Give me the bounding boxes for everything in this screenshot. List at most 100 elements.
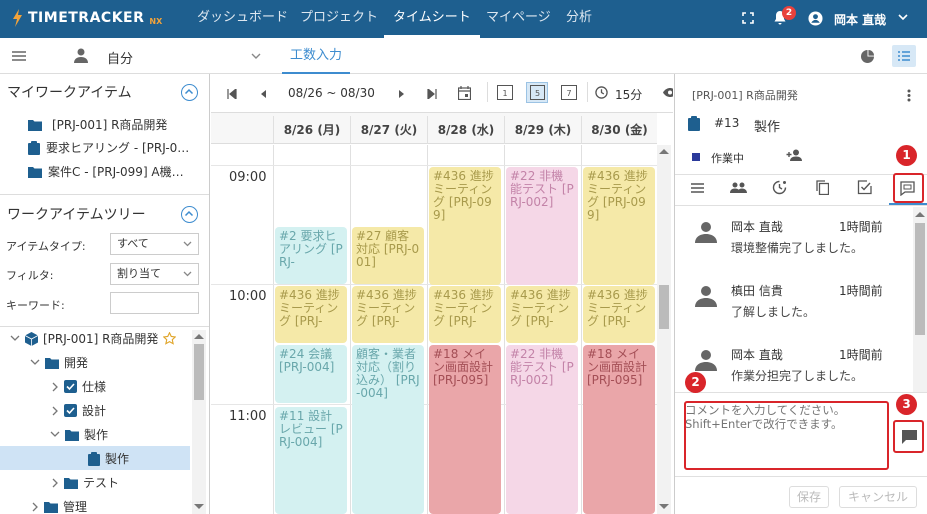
filter-select[interactable]: 割り当て (110, 263, 199, 285)
seven-day-view-button[interactable]: 7 (561, 85, 577, 100)
time-entry[interactable]: #436 進捗ミーティング [PRJ- (352, 286, 424, 343)
time-history-icon[interactable] (772, 180, 787, 195)
fullscreen-icon[interactable] (742, 12, 754, 24)
interval-select[interactable]: 15分 (615, 86, 642, 103)
tree-node[interactable]: [PRJ-001] R商品開発 (10, 330, 177, 347)
collapse-button[interactable] (181, 206, 198, 223)
scroll-thumb[interactable] (194, 344, 204, 400)
time-entry[interactable]: #436 進捗ミーティング [PRJ-099] (583, 167, 655, 285)
time-entry[interactable]: #22 非機能テスト [PRJ-002] (506, 345, 578, 514)
save-button[interactable]: 保存 (789, 486, 829, 508)
day-header: 8/26 (月) (273, 116, 350, 144)
time-entry[interactable]: #27 顧客対応 [PRJ-001] (352, 227, 424, 284)
time-label: 09:00 (229, 170, 267, 185)
checklist-icon[interactable] (857, 180, 872, 195)
annotation-marker: 1 (896, 145, 917, 166)
time-entry[interactable]: #18 メイン画面設計 [PRJ-095] (429, 345, 501, 514)
user-select-value[interactable]: 自分 (107, 48, 133, 67)
keyword-input[interactable] (110, 292, 199, 314)
tree-node[interactable]: 管理 (32, 498, 87, 514)
people-icon[interactable] (730, 182, 747, 193)
day-header: 8/27 (火) (350, 116, 427, 144)
scroll-up-arrow[interactable] (194, 334, 204, 339)
nav-analysis[interactable]: 分析 (566, 0, 592, 38)
divider (0, 326, 209, 327)
user-avatar-icon[interactable] (808, 11, 823, 26)
tree-node[interactable]: 開発 (30, 354, 88, 371)
item-type-select[interactable]: すべて (110, 233, 199, 255)
time-entry[interactable]: #436 進捗ミーティング [PRJ- (506, 286, 578, 343)
last-page-icon[interactable] (427, 89, 437, 99)
list-view-button[interactable] (892, 45, 916, 67)
time-entry[interactable]: #22 非機能テスト [PRJ-002] (506, 167, 578, 285)
app-logo[interactable]: TIMETRACKER NX (10, 9, 162, 27)
time-entry[interactable]: 顧客・業者対応（割り込み） [PRJ-004] (352, 345, 424, 514)
pie-chart-icon[interactable] (861, 50, 874, 63)
scroll-thumb[interactable] (915, 223, 925, 335)
chevron-down-icon[interactable] (251, 53, 261, 59)
work-item-label: [PRJ-001] R商品開発 (52, 118, 168, 132)
chevron-down-icon[interactable] (898, 14, 908, 21)
annotation-marker: 3 (896, 394, 917, 415)
add-person-icon[interactable] (786, 149, 803, 161)
nav-project[interactable]: プロジェクト (300, 0, 378, 38)
calendar-icon[interactable] (458, 86, 471, 100)
day-view-button[interactable]: 1 (497, 85, 513, 100)
first-page-icon[interactable] (227, 89, 237, 99)
chevron-right-icon (52, 382, 58, 391)
person-icon (74, 48, 88, 63)
scroll-up-arrow[interactable] (659, 149, 669, 154)
comment-time: 1時間前 (839, 348, 883, 362)
next-icon[interactable] (398, 90, 404, 98)
detail-breadcrumb[interactable]: [PRJ-001] R商品開発 (692, 87, 798, 103)
star-icon[interactable] (163, 332, 177, 345)
time-entry[interactable]: #436 進捗ミーティング [PRJ- (429, 286, 501, 343)
cancel-button[interactable]: キャンセル (839, 486, 917, 508)
nav-mypage[interactable]: マイページ (486, 0, 551, 38)
user-name[interactable]: 岡本 直哉 (834, 11, 886, 28)
work-item-row[interactable]: 案件C - [PRJ-099] A機… (28, 163, 184, 180)
sub-toolbar: 自分 工数入力 (0, 38, 927, 74)
time-entry[interactable]: #436 進捗ミーティング [PRJ- (275, 286, 347, 343)
tree-node[interactable]: 製作 (50, 426, 108, 443)
my-work-items-title: マイワークアイテム (7, 85, 132, 101)
time-entry[interactable]: #11 設計レビュー [PRJ-004] (275, 407, 347, 514)
scroll-thumb[interactable] (659, 285, 669, 329)
nav-dashboard[interactable]: ダッシュボード (197, 0, 288, 38)
keyword-label: キーワード: (6, 299, 65, 312)
work-item-row[interactable]: 要求ヒアリング - [PRJ-0… (28, 139, 189, 156)
list-icon[interactable] (691, 183, 704, 193)
tree-node-selected[interactable]: 製作 (0, 446, 190, 470)
week-view-button[interactable]: 5 (526, 82, 548, 103)
time-entry[interactable]: #24 会議 [PRJ-004] (275, 345, 347, 403)
tab-man-hour-input[interactable]: 工数入力 (282, 38, 350, 74)
tree-node[interactable]: 設計 (52, 402, 106, 419)
work-item-row[interactable]: [PRJ-001] R商品開発 (28, 116, 167, 133)
previous-icon[interactable] (261, 90, 267, 98)
highlight-send-button (893, 420, 924, 453)
scroll-down-arrow[interactable] (659, 504, 669, 509)
tree-node[interactable]: 仕様 (52, 378, 106, 395)
scroll-up-arrow[interactable] (915, 212, 925, 217)
eye-icon[interactable] (663, 88, 673, 97)
timesheet-scrollbar[interactable] (657, 145, 671, 514)
scroll-down-arrow[interactable] (194, 504, 204, 509)
comments-scrollbar[interactable] (913, 207, 927, 392)
more-vertical-icon[interactable] (907, 89, 911, 102)
time-entry[interactable]: #2 要求ヒアリング [PRJ- (275, 227, 347, 284)
collapse-button[interactable] (181, 84, 198, 101)
hamburger-menu-icon[interactable] (12, 51, 26, 61)
avatar-icon (695, 286, 717, 307)
item-type-value: すべて (117, 237, 149, 250)
list-view-icon (898, 51, 910, 61)
status-label[interactable]: 作業中 (711, 150, 744, 166)
copy-icon[interactable] (816, 180, 829, 195)
time-entry[interactable]: #436 進捗ミーティング [PRJ- (583, 286, 655, 343)
tree-node[interactable]: テスト (52, 474, 119, 491)
nav-timesheet[interactable]: タイムシート (384, 0, 480, 38)
toolbar-divider (587, 82, 588, 102)
clipboard-icon (88, 451, 100, 466)
time-entry[interactable]: #18 メイン画面設計 [PRJ-095] (583, 345, 655, 514)
tree-scrollbar[interactable] (192, 330, 206, 514)
time-entry[interactable]: #436 進捗ミーティング [PRJ-099] (429, 167, 501, 285)
